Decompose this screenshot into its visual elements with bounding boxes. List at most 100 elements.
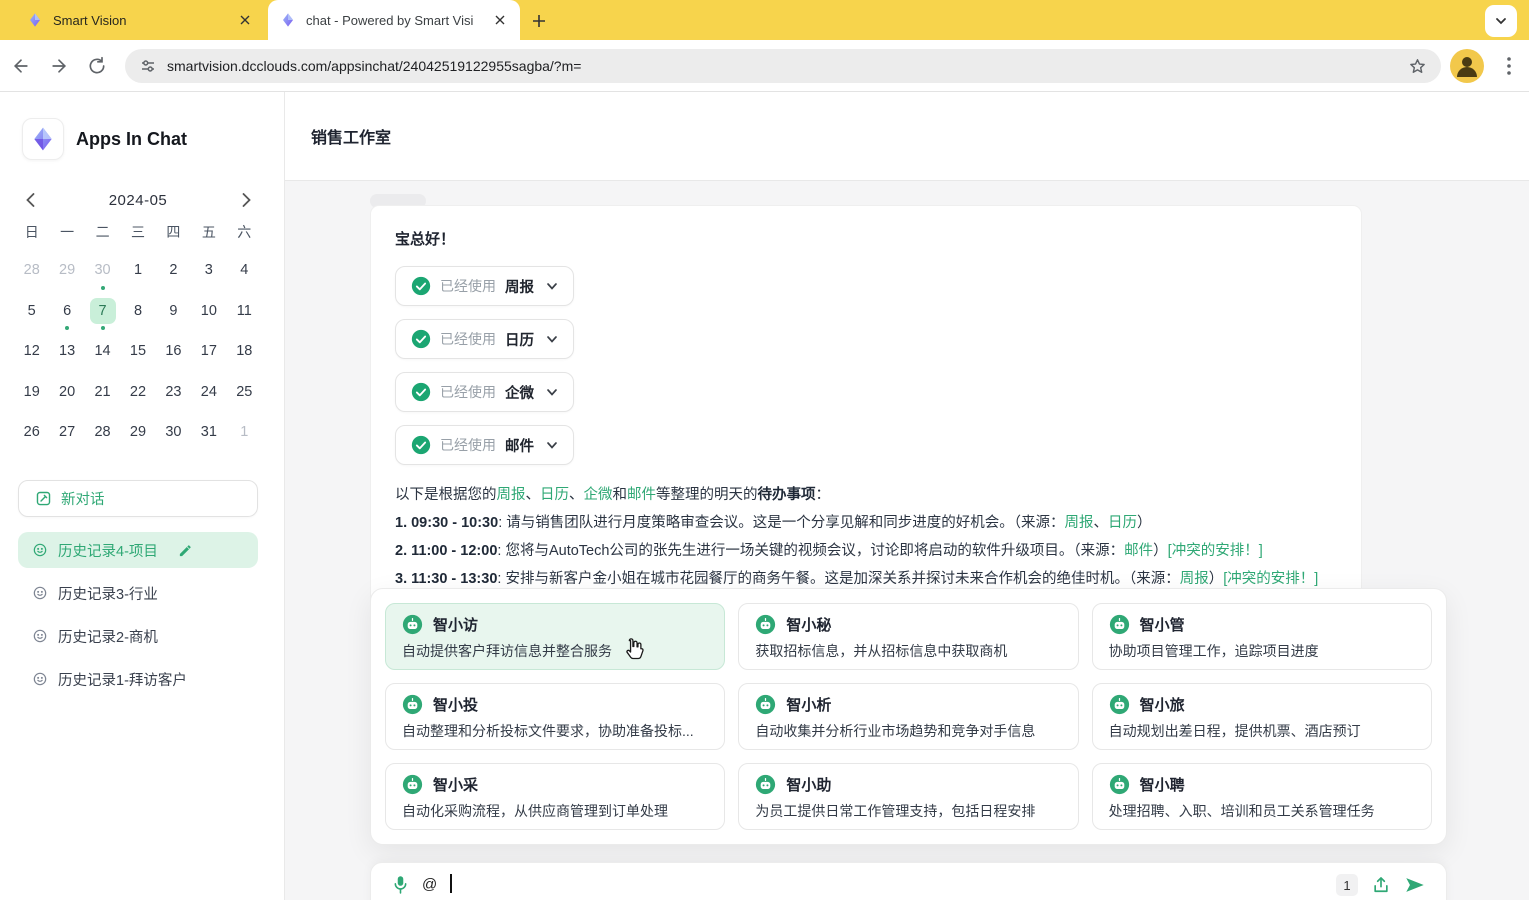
calendar-day[interactable]: 28 [85, 412, 120, 453]
calendar-day[interactable]: 20 [49, 372, 84, 413]
tab-title: Smart Vision [53, 13, 227, 28]
agent-card[interactable]: 智小助 为员工提供日常工作管理支持，包括日程安排 [738, 763, 1078, 830]
todo-time: 2. 11:00 - 12:00 [395, 543, 497, 559]
edit-pencil-icon[interactable] [178, 543, 193, 558]
calendar-day[interactable]: 13 [49, 331, 84, 372]
new-tab-button[interactable] [528, 10, 550, 32]
source-link-wecom[interactable]: 企微 [584, 487, 613, 503]
composer-input[interactable]: @ [422, 874, 437, 896]
site-settings-icon[interactable] [139, 57, 157, 75]
history-item[interactable]: 历史记录4-项目 [18, 532, 258, 568]
agent-card[interactable]: 智小投 自动整理和分析投标文件要求，协助准备投标... [385, 683, 725, 750]
agent-card[interactable]: 智小旅 自动规划出差日程，提供机票、酒店预订 [1092, 683, 1432, 750]
calendar-day[interactable]: 16 [156, 331, 191, 372]
browser-menu-icon[interactable] [1497, 54, 1521, 78]
conflict-warning-link[interactable]: [冲突的安排！] [1168, 543, 1263, 559]
agent-card[interactable]: 智小秘 获取招标信息，并从招标信息中获取商机 [738, 603, 1078, 670]
source-link[interactable]: 周报 [1180, 571, 1209, 587]
calendar-day[interactable]: 30 [156, 412, 191, 453]
used-label: 已经使用 [440, 329, 496, 349]
calendar-day[interactable]: 11 [227, 291, 262, 332]
new-chat-button[interactable]: 新对话 [18, 480, 258, 517]
back-button[interactable] [4, 49, 38, 83]
calendar-day[interactable]: 29 [120, 412, 155, 453]
calendar-day[interactable]: 24 [191, 372, 226, 413]
agent-card-header: 智小秘 [755, 614, 1061, 635]
calendar-day[interactable]: 31 [191, 412, 226, 453]
calendar-day[interactable]: 8 [120, 291, 155, 332]
history-item[interactable]: 历史记录1-拜访客户 [18, 661, 258, 697]
calendar-day[interactable]: 4 [227, 250, 262, 291]
chevron-down-icon[interactable] [546, 333, 558, 345]
calendar-day[interactable]: 5 [14, 291, 49, 332]
calendar-day[interactable]: 23 [156, 372, 191, 413]
calendar-next-icon[interactable] [234, 188, 258, 212]
calendar-event-dot [101, 326, 105, 330]
chat-region: 宝总好！ 已经使用 周报 已经使用 日历 已经使用 企微 [285, 181, 1529, 900]
calendar-day[interactable]: 25 [227, 372, 262, 413]
calendar-day[interactable]: 30 [85, 250, 120, 291]
calendar-day[interactable]: 27 [49, 412, 84, 453]
app-favicon-icon [27, 12, 43, 28]
tab-chat-active[interactable]: chat - Powered by Smart Visi [268, 0, 520, 40]
send-icon[interactable] [1404, 874, 1426, 896]
history-item[interactable]: 历史记录2-商机 [18, 618, 258, 654]
source-link-calendar[interactable]: 日历 [540, 487, 569, 503]
agent-card[interactable]: 智小析 自动收集并分析行业市场趋势和竞争对手信息 [738, 683, 1078, 750]
url-bar[interactable]: smartvision.dcclouds.com/appsinchat/2404… [125, 49, 1441, 83]
tab-close-icon[interactable] [237, 12, 253, 28]
tab-smart-vision[interactable]: Smart Vision [15, 0, 265, 40]
tab-search-button[interactable] [1485, 5, 1517, 37]
microphone-icon[interactable] [391, 874, 410, 896]
used-tool-button-weekly[interactable]: 已经使用 周报 [395, 266, 574, 306]
calendar-day[interactable]: 26 [14, 412, 49, 453]
upload-icon[interactable] [1371, 875, 1391, 895]
tab-close-icon[interactable] [492, 12, 508, 28]
used-tool-button-wecom[interactable]: 已经使用 企微 [395, 372, 574, 412]
history-item[interactable]: 历史记录3-行业 [18, 575, 258, 611]
source-link[interactable]: 邮件 [1124, 543, 1153, 559]
calendar-day[interactable]: 21 [85, 372, 120, 413]
history-list: 历史记录4-项目 历史记录3-行业 历史记录2-商机 历史记录1-拜访客户 [18, 532, 258, 697]
calendar-weekday-row: 日 一 二 三 四 五 六 [14, 222, 262, 242]
bookmark-star-icon[interactable] [1408, 57, 1427, 76]
reload-button[interactable] [80, 49, 114, 83]
calendar-day[interactable]: 6 [49, 291, 84, 332]
used-tool-button-calendar[interactable]: 已经使用 日历 [395, 319, 574, 359]
profile-avatar[interactable] [1449, 48, 1485, 84]
calendar-day[interactable]: 18 [227, 331, 262, 372]
agent-card[interactable]: 智小聘 处理招聘、入职、培训和员工关系管理任务 [1092, 763, 1432, 830]
calendar-prev-icon[interactable] [18, 188, 42, 212]
calendar-day[interactable]: 19 [14, 372, 49, 413]
agent-card-header: 智小投 [402, 694, 708, 715]
chevron-down-icon[interactable] [546, 280, 558, 292]
calendar-day[interactable]: 22 [120, 372, 155, 413]
calendar-day[interactable]: 29 [49, 250, 84, 291]
source-link-weekly[interactable]: 周报 [497, 487, 526, 503]
forward-button[interactable] [42, 49, 76, 83]
chevron-down-icon[interactable] [546, 439, 558, 451]
calendar-day[interactable]: 7 [85, 291, 120, 332]
source-link[interactable]: 日历 [1108, 515, 1137, 531]
agent-card[interactable]: 智小采 自动化采购流程，从供应商管理到订单处理 [385, 763, 725, 830]
calendar-day[interactable]: 1 [227, 412, 262, 453]
calendar-day[interactable]: 12 [14, 331, 49, 372]
calendar-day[interactable]: 2 [156, 250, 191, 291]
agent-card[interactable]: 智小管 协助项目管理工作，追踪项目进度 [1092, 603, 1432, 670]
chevron-down-icon[interactable] [546, 386, 558, 398]
source-link[interactable]: 周报 [1065, 515, 1094, 531]
calendar-day[interactable]: 10 [191, 291, 226, 332]
source-link-mail[interactable]: 邮件 [627, 487, 656, 503]
conflict-warning-link[interactable]: [冲突的安排！] [1223, 571, 1318, 587]
calendar-day[interactable]: 15 [120, 331, 155, 372]
calendar-day[interactable]: 9 [156, 291, 191, 332]
calendar-day[interactable]: 28 [14, 250, 49, 291]
calendar-day[interactable]: 14 [85, 331, 120, 372]
calendar-day[interactable]: 3 [191, 250, 226, 291]
agent-card[interactable]: 智小访 自动提供客户拜访信息并整合服务 [385, 603, 725, 670]
calendar-day[interactable]: 1 [120, 250, 155, 291]
used-tool-button-mail[interactable]: 已经使用 邮件 [395, 425, 574, 465]
url-text[interactable]: smartvision.dcclouds.com/appsinchat/2404… [167, 58, 1408, 74]
message-composer[interactable]: @ 1 [370, 862, 1447, 900]
calendar-day[interactable]: 17 [191, 331, 226, 372]
